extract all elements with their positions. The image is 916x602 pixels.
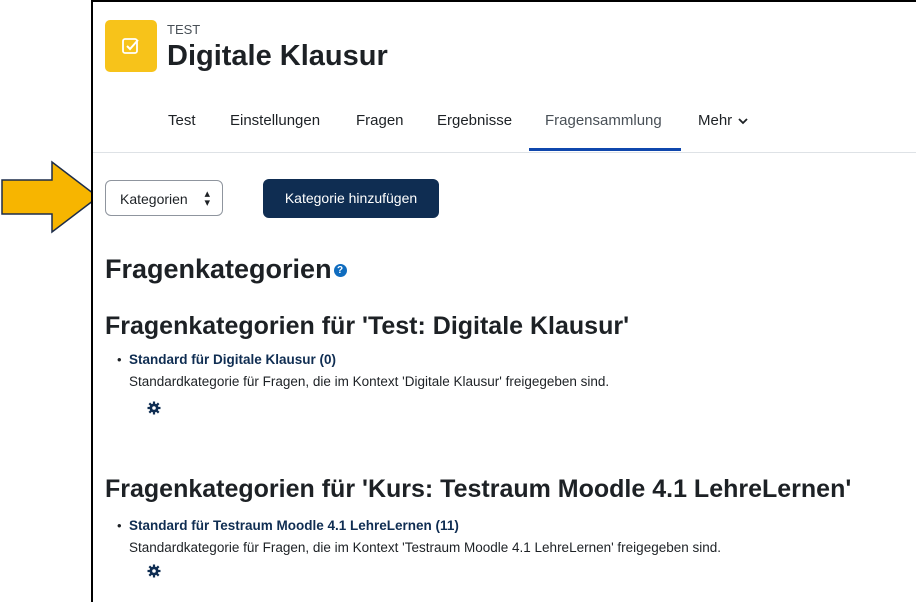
page-title: Digitale Klausur <box>167 40 388 72</box>
tab-test[interactable]: Test <box>168 112 196 129</box>
tab-einstellungen[interactable]: Einstellungen <box>230 112 320 129</box>
tab-mehr[interactable]: Mehr <box>698 112 748 129</box>
category-description: Standardkategorie für Fragen, die im Kon… <box>129 540 722 555</box>
select-updown-icon: ▴ ▾ <box>204 188 210 209</box>
main-heading: Fragenkategorien? <box>105 254 347 285</box>
chevron-down-icon <box>738 118 748 125</box>
section-heading-course: Fragenkategorien für 'Kurs: Testraum Moo… <box>105 475 852 503</box>
main-heading-text: Fragenkategorien <box>105 254 332 284</box>
bullet: • <box>117 352 122 367</box>
help-icon[interactable]: ? <box>333 264 347 278</box>
moodle-page-frame: TEST Digitale Klausur Test Einstellungen… <box>91 0 916 602</box>
add-category-button[interactable]: Kategorie hinzufügen <box>263 179 439 218</box>
tab-fragen[interactable]: Fragen <box>356 112 404 129</box>
gear-icon[interactable] <box>147 564 161 578</box>
category-description: Standardkategorie für Fragen, die im Kon… <box>129 374 610 389</box>
section-heading-test: Fragenkategorien für 'Test: Digitale Kla… <box>105 312 630 340</box>
activity-type-label: TEST <box>167 22 201 37</box>
category-select[interactable]: Kategorien ▴ ▾ <box>105 180 223 216</box>
tab-ergebnisse[interactable]: Ergebnisse <box>437 112 512 129</box>
category-link-test[interactable]: Standard für Digitale Klausur (0) <box>129 352 336 367</box>
secondary-navigation: Test Einstellungen Fragen Ergebnisse Fra… <box>93 102 916 153</box>
gear-icon[interactable] <box>147 401 161 415</box>
bullet: • <box>117 518 122 533</box>
category-link-course[interactable]: Standard für Testraum Moodle 4.1 LehreLe… <box>129 518 459 533</box>
tab-mehr-label: Mehr <box>698 112 733 129</box>
tab-fragensammlung[interactable]: Fragensammlung <box>545 112 662 129</box>
active-tab-indicator <box>529 148 681 151</box>
category-select-value: Kategorien <box>120 191 188 207</box>
annotation-arrow-right-icon <box>1 160 100 234</box>
quiz-checkbox-icon <box>105 20 157 72</box>
